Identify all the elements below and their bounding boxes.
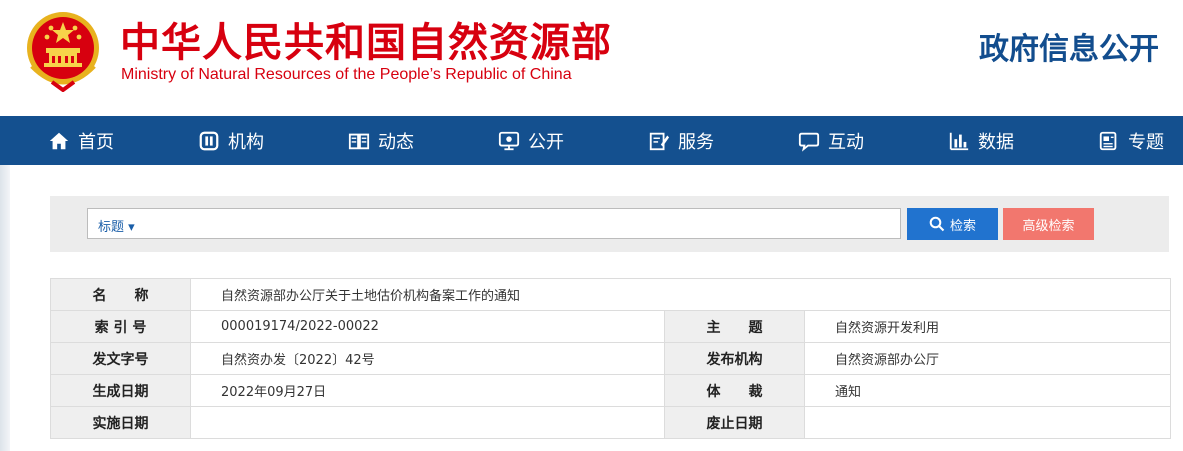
table-row: 名 称 自然资源部办公厅关于土地估价机构备案工作的通知 (50, 278, 1172, 311)
search-field-select[interactable]: 标题 ▾ (98, 216, 135, 235)
nav-item-label: 首页 (78, 131, 114, 153)
docno-label: 发文字号 (50, 342, 191, 375)
site-title-cn[interactable]: 中华人民共和国自然资源部 (120, 10, 612, 68)
org-icon (199, 131, 219, 150)
name-label: 名 称 (50, 278, 191, 311)
document-icon (1099, 131, 1117, 150)
nav-item-label: 数据 (978, 131, 1014, 153)
table-row: 生成日期 2022年09月27日 体 裁 通知 (50, 374, 1172, 407)
expiry-label: 废止日期 (664, 406, 805, 439)
nav-item-service[interactable]: 服务 (648, 116, 714, 165)
created-label: 生成日期 (50, 374, 191, 407)
nav-item-public[interactable]: 公开 (498, 116, 564, 165)
nav-item-home[interactable]: 首页 (48, 116, 114, 165)
book-icon (348, 133, 370, 149)
table-row: 发文字号 自然资办发〔2022〕42号 发布机构 自然资源部办公厅 (50, 342, 1172, 375)
search-panel: 标题 ▾ 检索 高级检索 (50, 196, 1169, 252)
document-info-table: 名 称 自然资源部办公厅关于土地估价机构备案工作的通知 索 引 号 000019… (50, 278, 1172, 439)
bar-chart-icon (949, 132, 969, 150)
docno-value: 自然资办发〔2022〕42号 (190, 342, 665, 375)
publisher-label: 发布机构 (664, 342, 805, 375)
search-button[interactable]: 检索 (907, 208, 998, 240)
monitor-icon (498, 131, 520, 150)
advanced-search-button[interactable]: 高级检索 (1003, 208, 1094, 240)
site-title-en[interactable]: Ministry of Natural Resources of the Peo… (121, 66, 572, 84)
edit-icon (649, 132, 670, 150)
search-box: 标题 ▾ (87, 208, 901, 239)
table-row: 索 引 号 000019174/2022-00022 主 题 自然资源开发利用 (50, 310, 1172, 343)
national-emblem-icon[interactable] (22, 8, 104, 92)
search-field-label: 标题 (98, 220, 125, 235)
nav-item-label: 服务 (678, 131, 714, 153)
subject-value: 自然资源开发利用 (803, 310, 1172, 343)
nav-item-interact[interactable]: 互动 (798, 116, 864, 165)
subject-label: 主 题 (664, 310, 805, 343)
expiry-value (803, 406, 1172, 439)
nav-item-label: 机构 (228, 131, 264, 153)
nav-item-org[interactable]: 机构 (198, 116, 264, 165)
index-label: 索 引 号 (50, 310, 191, 343)
index-value: 000019174/2022-00022 (190, 310, 665, 343)
effective-label: 实施日期 (50, 406, 191, 439)
search-input[interactable] (168, 211, 888, 236)
created-value: 2022年09月27日 (190, 374, 665, 407)
home-icon (49, 132, 69, 149)
publisher-value: 自然资源部办公厅 (803, 342, 1172, 375)
main-nav: 首页 机构 动态 公开 服务 互动 数据 专题 (0, 116, 1183, 165)
gov-info-title: 政府信息公开 (979, 32, 1159, 67)
nav-item-topic[interactable]: 专题 (1098, 116, 1164, 165)
genre-label: 体 裁 (664, 374, 805, 407)
nav-item-label: 专题 (1128, 131, 1164, 153)
header: 中华人民共和国自然资源部 Ministry of Natural Resourc… (0, 0, 1183, 116)
nav-item-label: 动态 (378, 131, 414, 153)
side-shade (0, 165, 10, 451)
effective-value (190, 406, 665, 439)
chat-icon (798, 132, 820, 152)
nav-item-data[interactable]: 数据 (948, 116, 1014, 165)
nav-item-news[interactable]: 动态 (348, 116, 414, 165)
genre-value: 通知 (803, 374, 1172, 407)
nav-item-label: 公开 (528, 131, 564, 153)
table-row: 实施日期 废止日期 (50, 406, 1172, 439)
search-button-label: 检索 (949, 218, 976, 234)
nav-item-label: 互动 (828, 131, 864, 153)
name-value: 自然资源部办公厅关于土地估价机构备案工作的通知 (189, 278, 1172, 311)
search-icon (929, 216, 945, 232)
